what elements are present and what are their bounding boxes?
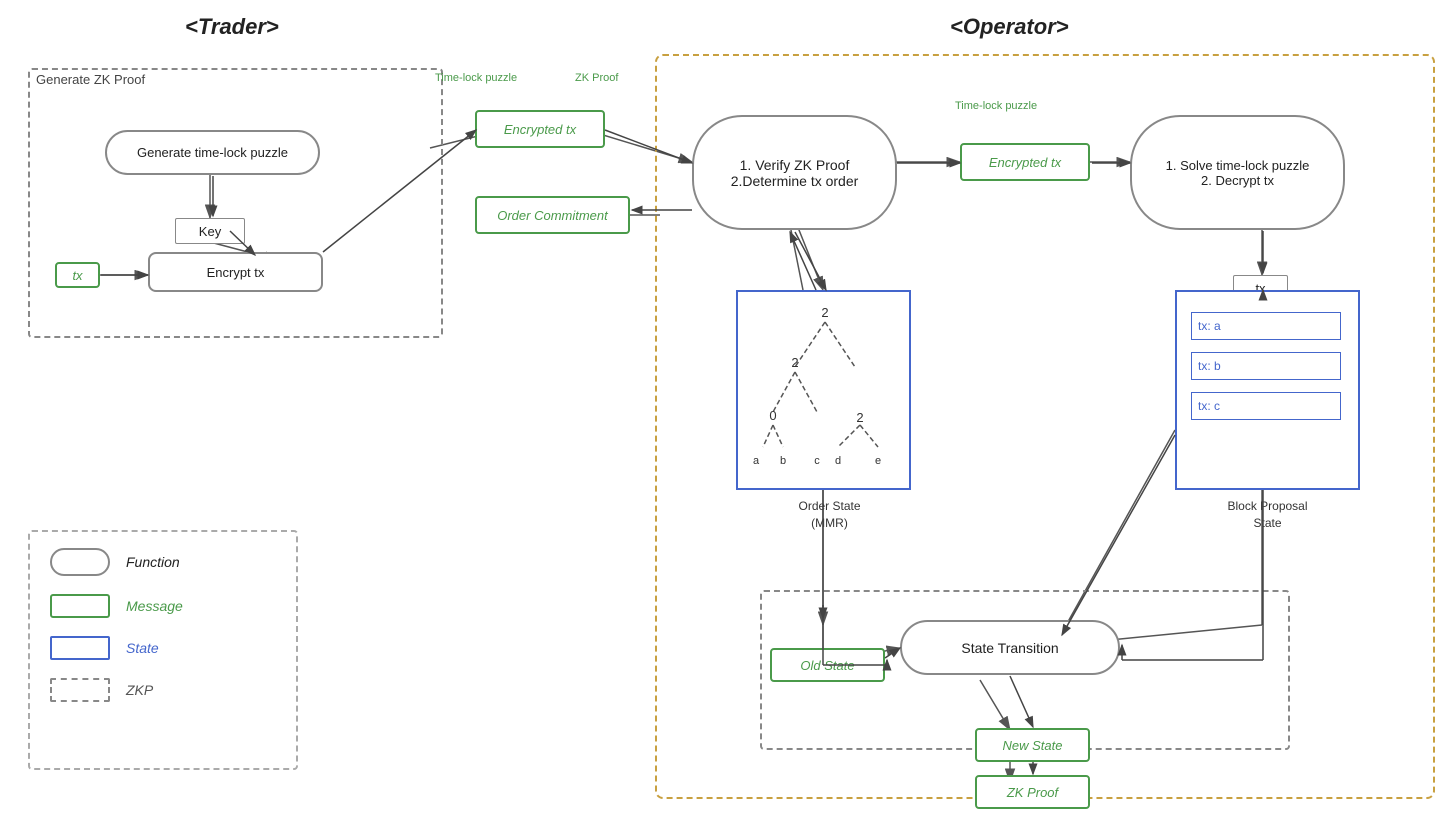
legend-zkp: ZKP bbox=[50, 678, 276, 702]
legend-zkp-shape bbox=[50, 678, 110, 702]
svg-text:0: 0 bbox=[769, 408, 776, 423]
order-commitment: Order Commitment bbox=[475, 196, 630, 234]
time-lock-label-right: Time-lock puzzle bbox=[955, 100, 1037, 112]
verify-shape: 1. Verify ZK Proof 2.Determine tx order bbox=[692, 115, 897, 230]
encrypted-tx-right: Encrypted tx bbox=[960, 143, 1090, 181]
legend-msg-shape bbox=[50, 594, 110, 618]
legend-message: Message bbox=[50, 594, 276, 618]
state-transition-shape: State Transition bbox=[900, 620, 1120, 675]
solve-shape: 1. Solve time-lock puzzle 2. Decrypt tx bbox=[1130, 115, 1345, 230]
svg-text:2: 2 bbox=[821, 305, 828, 320]
encrypt-tx-shape: Encrypt tx bbox=[148, 252, 323, 292]
mmr-box: 2 2 2 0 a b c d e bbox=[736, 290, 911, 490]
encrypted-tx-left: Encrypted tx bbox=[475, 110, 605, 148]
svg-text:c: c bbox=[814, 455, 820, 467]
zk-proof-label-left: ZK Proof bbox=[575, 72, 618, 84]
diagram-container: <Trader> <Operator> Generate ZK Proof Ge… bbox=[0, 0, 1456, 819]
mmr-label: Order State (MMR) bbox=[742, 498, 917, 532]
bp-item-c: tx: c bbox=[1191, 392, 1341, 420]
legend-function-label: Function bbox=[126, 554, 180, 570]
legend-state-label: State bbox=[126, 640, 159, 656]
bp-item-a: tx: a bbox=[1191, 312, 1341, 340]
legend-state: State bbox=[50, 636, 276, 660]
svg-text:b: b bbox=[780, 455, 786, 467]
legend-zkp-label: ZKP bbox=[126, 682, 153, 698]
legend-func-shape bbox=[50, 548, 110, 576]
new-state-shape: New State bbox=[975, 728, 1090, 762]
legend-box: Function Message State ZKP bbox=[28, 530, 298, 770]
operator-title: <Operator> bbox=[950, 14, 1069, 40]
trader-box bbox=[28, 68, 443, 338]
svg-text:a: a bbox=[753, 455, 760, 467]
time-lock-label-left: Time-lock puzzle bbox=[435, 72, 517, 84]
legend-message-label: Message bbox=[126, 598, 183, 614]
key-shape: Key bbox=[175, 218, 245, 244]
generate-zk-proof-label: Generate ZK Proof bbox=[36, 72, 145, 87]
tx-input-shape: tx bbox=[55, 262, 100, 288]
legend-state-shape bbox=[50, 636, 110, 660]
svg-text:2: 2 bbox=[856, 410, 863, 425]
legend-function: Function bbox=[50, 548, 276, 576]
svg-text:e: e bbox=[875, 455, 881, 467]
generate-puzzle-shape: Generate time-lock puzzle bbox=[105, 130, 320, 175]
block-proposal-label: Block Proposal State bbox=[1175, 498, 1360, 532]
trader-title: <Trader> bbox=[185, 14, 279, 40]
zk-proof-output-shape: ZK Proof bbox=[975, 775, 1090, 809]
svg-text:2: 2 bbox=[791, 355, 798, 370]
block-proposal-box: tx: a tx: b tx: c bbox=[1175, 290, 1360, 490]
svg-text:d: d bbox=[835, 455, 841, 467]
mmr-svg: 2 2 2 0 a b c d e bbox=[738, 292, 913, 492]
bp-item-b: tx: b bbox=[1191, 352, 1341, 380]
old-state-shape: Old State bbox=[770, 648, 885, 682]
